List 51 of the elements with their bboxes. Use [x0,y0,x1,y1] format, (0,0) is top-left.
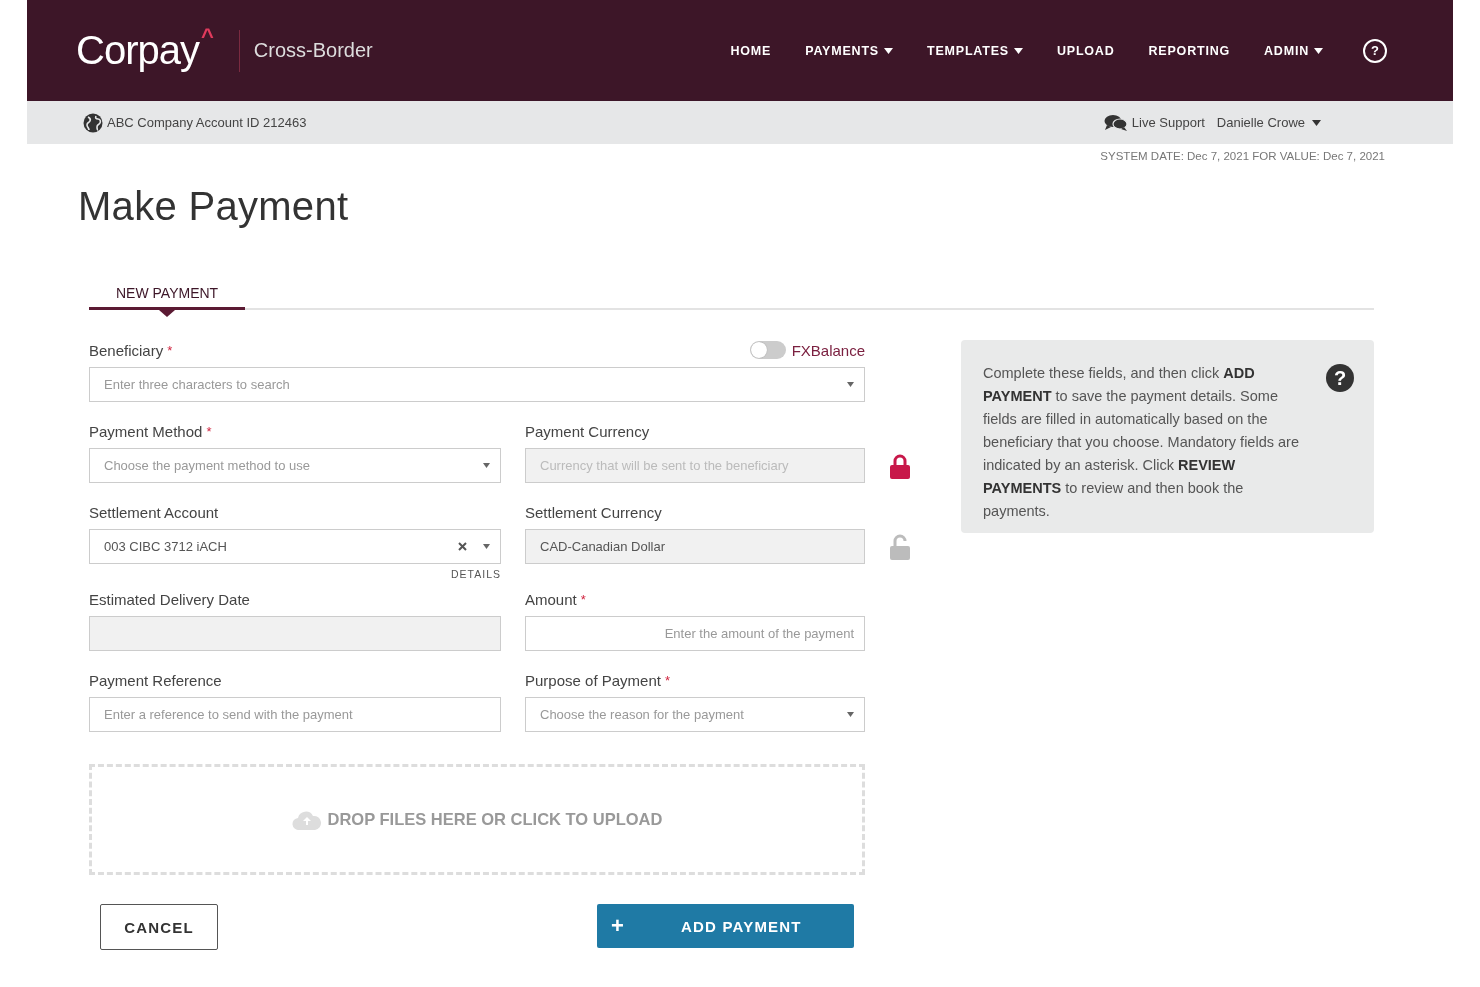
globe-icon [83,112,103,133]
field-label: Beneficiary [89,341,164,359]
system-date: SYSTEM DATE: Dec 7, 2021 FOR VALUE: Dec 7, 2021 [1099,149,1386,162]
field-label: Payment Currency [525,422,650,440]
field-label: Payment Reference [89,671,222,689]
dropdown-caret-icon [483,463,490,468]
help-button[interactable]: ? [1363,38,1387,63]
nav-link[interactable]: HOME [730,43,772,58]
logo-caret: ^ [200,24,213,50]
details-link[interactable]: DETAILS [89,568,501,580]
nav-link[interactable]: REPORTING [1148,43,1231,58]
nav-link[interactable]: TEMPLATES [926,43,1023,58]
account-id: ABC Company Account ID 212463 [107,115,307,130]
logo-wordmark[interactable]: Corpay [76,28,199,73]
add-payment-button[interactable]: + ADD PAYMENT [597,904,854,948]
caret-icon [1312,119,1321,126]
toggle-label: FXBalance [791,341,865,359]
nav-link[interactable]: ADMIN [1264,43,1323,58]
cloud-upload-icon [291,809,322,830]
required-mark: * [167,342,173,358]
help-text: Complete these fields, and then click ADD PAYMENT to save the payment details. Some fields are filled in automatically based on the beneficiary that you choose. Mandatory fields are indicated by an asterisk. Click REVIEW PAYMENTS to review and then book the payments. [983,364,1300,521]
input-field[interactable] [89,616,501,651]
live-support-label: Live Support [1131,115,1205,130]
tab-pointer [159,310,176,317]
chat-icon [1103,113,1128,132]
product-name: Cross-Border [253,39,373,62]
nav-link[interactable]: PAYMENTS [805,43,893,58]
cancel-button[interactable]: CANCEL [100,904,218,950]
field-label: Settlement Currency [525,503,662,521]
toggle-switch[interactable] [749,341,786,359]
user-menu[interactable]: Danielle Crowe [1216,115,1321,130]
dropdown-caret-icon [847,712,854,717]
select-field[interactable]: 003 CIBC 3712 iACH [89,529,501,564]
field-label: Estimated Delivery Date [89,590,250,608]
required-mark: * [664,672,670,688]
required-mark: * [580,591,586,607]
field-label: Settlement Account [89,503,219,521]
dropdown-caret-icon [847,382,854,387]
required-mark: * [206,423,212,439]
field-label: Payment Method [89,422,203,440]
dropdown-caret-icon [483,544,490,549]
clear-icon[interactable] [458,542,467,551]
plus-icon: + [611,913,681,939]
tab[interactable]: NEW PAYMENT [89,281,246,310]
field-label: Purpose of Payment [525,671,661,689]
page-title: Make Payment [78,184,350,229]
field-label: Amount [525,590,577,608]
help-icon: ? [1326,364,1354,392]
live-support-link[interactable]: Live Support [1103,113,1205,132]
nav-link[interactable]: UPLOAD [1056,43,1115,58]
input-field[interactable]: CAD-Canadian Dollar [525,529,865,564]
